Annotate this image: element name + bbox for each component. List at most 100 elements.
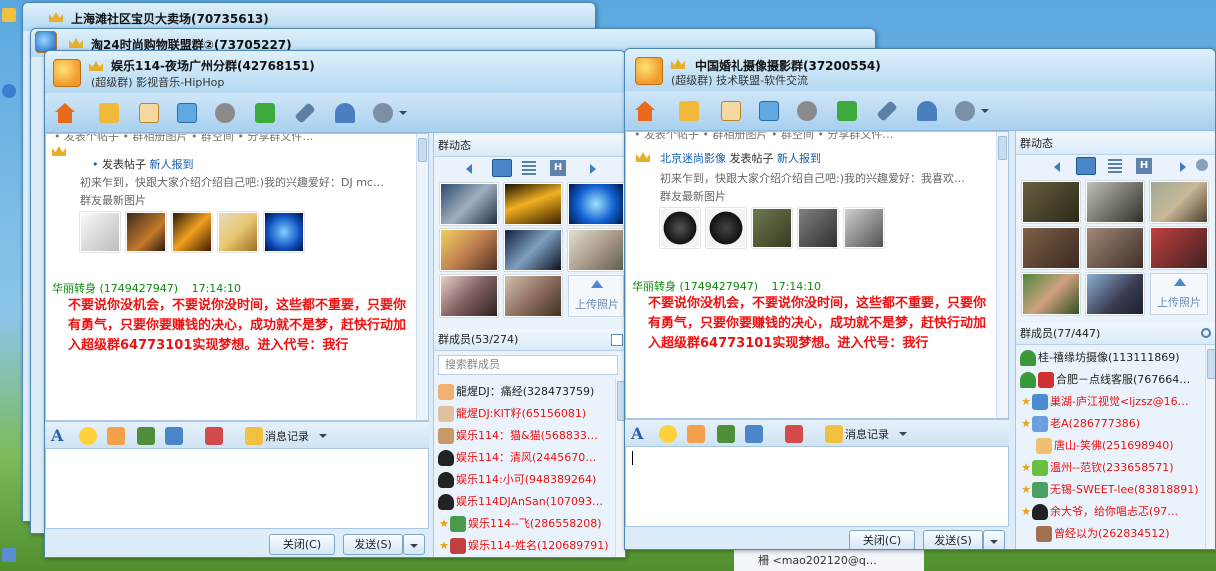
next-arrow-icon[interactable]	[1180, 162, 1186, 172]
member-item[interactable]: 龍煋DJ:KIT籽(65156081)	[438, 403, 586, 425]
album-icon[interactable]	[755, 97, 783, 125]
chat-scrollbar-thumb[interactable]	[998, 136, 1007, 160]
right-chat-history[interactable]: • 发表个帖子 • 群相册图片 • 群空间 • 分享群文件… 北京迷尚影像 发表…	[625, 131, 1009, 419]
h-tab-icon[interactable]: H	[1136, 158, 1152, 174]
add-icon[interactable]	[833, 97, 861, 125]
member-scrollbar-thumb[interactable]	[1207, 349, 1215, 379]
share-icon[interactable]	[793, 97, 821, 125]
settings-gear-icon[interactable]	[369, 99, 397, 127]
member-item[interactable]: 娱乐114:小可(948389264)	[438, 469, 596, 491]
send-options-button[interactable]	[983, 530, 1005, 549]
magic-emoji-icon[interactable]	[107, 427, 125, 445]
history-label[interactable]: 消息记录	[845, 426, 889, 442]
emoji-icon[interactable]	[79, 427, 97, 445]
member-item[interactable]: ★ 无锡-SWEET-lee(83818891)	[1020, 479, 1199, 501]
feed-photo[interactable]	[218, 212, 258, 252]
folder-icon[interactable]	[95, 99, 123, 127]
dynamics-photo[interactable]	[504, 183, 562, 225]
history-icon[interactable]	[825, 425, 843, 443]
music-icon[interactable]	[785, 425, 803, 443]
album-icon[interactable]	[173, 99, 201, 127]
right-chat-window[interactable]: 中国婚礼摄像摄影群(37200554) (超级群) 技术联盟-软件交流 • 发表…	[624, 48, 1216, 550]
photo-tab-icon[interactable]	[1076, 157, 1096, 175]
font-icon[interactable]: A	[631, 424, 643, 443]
member-item[interactable]: 唐山-笑佛(251698940)	[1036, 435, 1174, 457]
members-menu-icon[interactable]	[611, 334, 623, 346]
feed-photo[interactable]	[798, 208, 838, 248]
notice-icon[interactable]	[135, 99, 163, 127]
chat-scrollbar[interactable]	[996, 132, 1008, 418]
member-item[interactable]: 桂-禧缘坊摄像(113111869)	[1020, 347, 1180, 369]
image-icon[interactable]	[137, 427, 155, 445]
feed-photo[interactable]	[752, 208, 792, 248]
member-item[interactable]: ★ 巢湖-庐江视觉<ljzsz@16…	[1020, 391, 1189, 413]
dynamics-photo[interactable]	[504, 229, 562, 271]
member-item[interactable]: ★ 余大爷，给你唱忐忑(97…	[1020, 501, 1178, 523]
add-icon[interactable]	[251, 99, 279, 127]
notice-icon[interactable]	[717, 97, 745, 125]
chat-scrollbar-thumb[interactable]	[418, 138, 427, 162]
close-button[interactable]: 关闭(C)	[849, 530, 915, 549]
send-button[interactable]: 发送(S)	[343, 534, 403, 555]
feed-post-user[interactable]: 北京迷尚影像	[660, 152, 726, 165]
member-item[interactable]: 娱乐114：猫&猫(568833…	[438, 425, 598, 447]
user-icon[interactable]	[913, 97, 941, 125]
next-arrow-icon[interactable]	[590, 164, 596, 174]
member-item[interactable]: 娱乐114：清风(2445670…	[438, 447, 596, 469]
close-button[interactable]: 关闭(C)	[269, 534, 335, 555]
left-chat-history[interactable]: • 发表个帖子 • 群相册图片 • 群空间 • 分享群文件… • 发表帖子 新人…	[45, 133, 429, 421]
dynamics-photo[interactable]	[1022, 273, 1080, 315]
member-item[interactable]: ★ 老A(286777386)	[1020, 413, 1140, 435]
member-item[interactable]: 合肥－点线客服(767664…	[1020, 369, 1190, 391]
member-item[interactable]: 龍煋DJ：痛经(328473759)	[438, 381, 594, 403]
home-icon[interactable]	[51, 99, 79, 127]
dynamics-photo[interactable]	[1022, 181, 1080, 223]
chevron-down-icon[interactable]	[319, 434, 327, 438]
list-tab-icon[interactable]	[522, 161, 536, 175]
feed-post-link[interactable]: 新人报到	[777, 152, 821, 165]
member-search-input[interactable]: 搜索群成员	[438, 355, 618, 375]
screenshot-icon[interactable]	[165, 427, 183, 445]
dynamics-photo[interactable]	[1086, 181, 1144, 223]
left-message-input[interactable]	[45, 449, 429, 529]
photo-tab-icon[interactable]	[492, 159, 512, 177]
history-icon[interactable]	[245, 427, 263, 445]
settings-icon[interactable]	[1196, 159, 1208, 171]
upload-photo-button[interactable]: 上传照片	[1150, 273, 1208, 315]
feed-photo[interactable]	[264, 212, 304, 252]
dynamics-photo[interactable]	[1150, 227, 1208, 269]
settings-chevron-down-icon[interactable]	[981, 109, 989, 113]
dynamics-photo[interactable]	[568, 183, 624, 225]
dynamics-photo[interactable]	[568, 229, 624, 271]
member-item[interactable]: ★ 娱乐114-姓名(120689791)	[438, 535, 609, 557]
emoji-icon[interactable]	[659, 425, 677, 443]
history-label[interactable]: 消息记录	[265, 428, 309, 444]
folder-icon[interactable]	[675, 97, 703, 125]
right-message-input[interactable]	[625, 447, 1009, 527]
tools-icon[interactable]	[291, 99, 319, 127]
music-icon[interactable]	[205, 427, 223, 445]
search-icon[interactable]	[1201, 328, 1211, 338]
member-item[interactable]: ★ 娱乐114--飞(286558208)	[438, 513, 602, 535]
feed-photo[interactable]	[172, 212, 212, 252]
settings-chevron-down-icon[interactable]	[399, 111, 407, 115]
dynamics-photo[interactable]	[1086, 227, 1144, 269]
h-tab-icon[interactable]: H	[550, 160, 566, 176]
send-options-button[interactable]	[403, 534, 425, 555]
dynamics-photo[interactable]	[1022, 227, 1080, 269]
member-item[interactable]: 曾经以为(262834512)	[1036, 523, 1170, 545]
feed-photo[interactable]	[706, 208, 746, 248]
feed-photo[interactable]	[126, 212, 166, 252]
prev-arrow-icon[interactable]	[1054, 162, 1060, 172]
settings-gear-icon[interactable]	[951, 97, 979, 125]
left-chat-window[interactable]: 娱乐114-夜场广州分群(42768151) (超级群) 影视音乐-HipHop…	[44, 50, 626, 558]
chat-scrollbar[interactable]	[416, 134, 428, 420]
feed-photo[interactable]	[80, 212, 120, 252]
message-sender[interactable]: 华丽转身	[632, 280, 676, 293]
feed-photo[interactable]	[660, 208, 700, 248]
send-button[interactable]: 发送(S)	[923, 530, 983, 549]
feed-post-link[interactable]: 新人报到	[150, 158, 194, 171]
screenshot-icon[interactable]	[745, 425, 763, 443]
dynamics-photo[interactable]	[1086, 273, 1144, 315]
chevron-down-icon[interactable]	[899, 432, 907, 436]
